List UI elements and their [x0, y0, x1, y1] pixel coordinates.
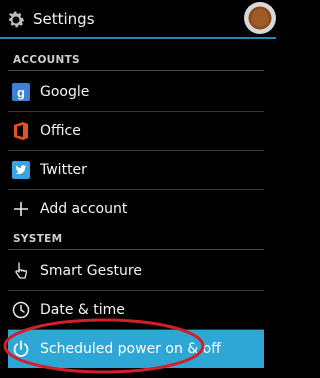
- settings-item-smart-gesture[interactable]: Smart Gesture: [8, 252, 264, 290]
- gesture-hand-icon: [15, 262, 28, 279]
- action-bar: Settings: [0, 0, 304, 39]
- settings-item-office[interactable]: Office: [8, 112, 264, 150]
- settings-item-twitter[interactable]: Twitter: [8, 151, 264, 189]
- section-header-accounts: ACCOUNTS: [13, 54, 80, 66]
- clock-icon: [12, 301, 30, 319]
- settings-item-label: Add account: [40, 201, 128, 217]
- settings-item-date-time[interactable]: Date & time: [8, 291, 264, 329]
- twitter-icon: [12, 161, 30, 179]
- settings-item-label: Smart Gesture: [40, 263, 142, 279]
- settings-screen: Settings ACCOUNTS g Google Office Twitte…: [0, 0, 304, 378]
- office-icon: [14, 122, 28, 140]
- settings-item-label: Google: [40, 84, 90, 100]
- page-title: Settings: [33, 10, 95, 28]
- settings-item-google[interactable]: g Google: [8, 73, 264, 111]
- action-bar-underline: [0, 37, 276, 39]
- svg-text:g: g: [17, 85, 25, 100]
- gear-icon[interactable]: [5, 9, 27, 31]
- settings-item-label: Twitter: [40, 162, 87, 178]
- settings-item-add-account[interactable]: Add account: [8, 190, 264, 228]
- settings-item-label: Date & time: [40, 302, 125, 318]
- section-header-system: SYSTEM: [13, 233, 63, 245]
- section-divider: [8, 249, 264, 250]
- settings-item-scheduled-power[interactable]: Scheduled power on & off: [8, 330, 264, 368]
- settings-item-label: Scheduled power on & off: [40, 341, 221, 357]
- section-divider: [8, 70, 264, 71]
- settings-item-label: Office: [40, 123, 81, 139]
- google-icon: g: [12, 83, 30, 101]
- plus-icon: [14, 202, 28, 216]
- power-icon: [13, 340, 29, 357]
- avatar-icon[interactable]: [243, 1, 277, 35]
